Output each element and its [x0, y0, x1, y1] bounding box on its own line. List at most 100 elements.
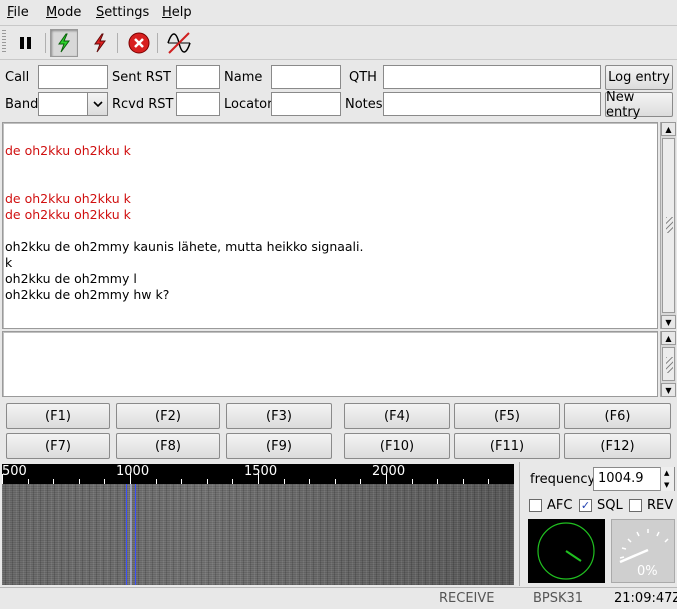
locator-label: Locator	[224, 97, 273, 112]
macro-button-f4[interactable]: (F4)	[344, 403, 450, 429]
spin-up-icon: ▲	[664, 469, 670, 477]
waterfall-spectrum[interactable]	[2, 484, 514, 585]
sql-checkbox[interactable]: ✓	[579, 499, 592, 512]
call-field[interactable]	[38, 65, 108, 89]
rx-text-line: k	[5, 255, 13, 270]
frequency-ruler: 500 1000 1500 2000	[2, 464, 514, 484]
rx-text-line	[5, 127, 655, 143]
receive-icon	[58, 33, 70, 53]
name-field[interactable]	[271, 65, 341, 89]
abort-button[interactable]	[125, 29, 153, 57]
receive-button[interactable]	[50, 29, 78, 57]
macro-button-f11[interactable]: (F11)	[454, 433, 560, 459]
meter-gauge-icon	[619, 529, 669, 564]
frequency-input[interactable]: 1004.9 ▲ ▼	[593, 467, 675, 491]
receive-text-lines: de oh2kku oh2kku k de oh2kku oh2kku k de o…	[5, 127, 655, 303]
rcvd-rst-field[interactable]	[176, 92, 220, 116]
sent-rst-field[interactable]	[176, 65, 220, 89]
scroll-thumb[interactable]	[662, 138, 675, 313]
menu-mode[interactable]: Mode	[46, 5, 81, 20]
scroll-thumb[interactable]	[662, 347, 675, 381]
scroll-up-arrow[interactable]: ▲	[661, 122, 676, 136]
status-bar: RECEIVE BPSK31 21:09:47Z	[0, 587, 677, 609]
ruler-label: 1000	[116, 464, 150, 479]
waterfall-display[interactable]: 500 1000 1500 2000	[2, 464, 514, 585]
macro-button-f12[interactable]: (F12)	[564, 433, 671, 459]
phase-scope-display	[537, 522, 595, 580]
signal-trace	[130, 484, 133, 585]
transmit-button[interactable]	[86, 29, 114, 57]
meter-value: 0%	[637, 564, 658, 579]
qth-field[interactable]	[383, 65, 601, 89]
signal-meter: 0%	[611, 519, 675, 583]
ruler-label: 500	[2, 464, 27, 479]
rx-text-line: de oh2kku oh2kku k	[5, 207, 131, 222]
rev-label: REV	[647, 498, 674, 513]
toolbar-grip[interactable]	[2, 30, 6, 54]
notes-label: Notes	[345, 97, 383, 112]
rx-text-line: oh2kku de oh2mmy hw k?	[5, 287, 170, 302]
afc-checkbox[interactable]	[529, 499, 542, 512]
rx-text-line: oh2kku de oh2mmy kaunis lähete, mutta he…	[5, 239, 364, 254]
afc-toggle-button[interactable]	[164, 29, 194, 57]
name-label: Name	[224, 70, 263, 85]
toolbar	[0, 26, 677, 60]
scroll-down-arrow[interactable]: ▼	[661, 315, 676, 329]
receive-scrollbar[interactable]: ▲ ▼	[660, 122, 676, 329]
macro-button-f2[interactable]: (F2)	[116, 403, 220, 429]
rcvd-rst-label: Rcvd RST	[112, 97, 174, 112]
macro-button-f8[interactable]: (F8)	[116, 433, 220, 459]
rx-text-line: de oh2kku oh2kku k	[5, 143, 131, 158]
macro-button-f6[interactable]: (F6)	[564, 403, 671, 429]
scroll-down-arrow[interactable]: ▼	[661, 383, 676, 397]
frequency-label: frequency	[530, 472, 596, 487]
frequency-value: 1004.9	[598, 471, 644, 486]
macro-button-f9[interactable]: (F9)	[226, 433, 332, 459]
afc-wave-icon	[167, 32, 191, 54]
afc-label: AFC	[547, 498, 573, 513]
chevron-down-icon	[92, 101, 103, 108]
pause-icon	[20, 37, 31, 49]
rx-text-line: oh2kku de oh2mmy l	[5, 271, 137, 286]
ruler-label: 1500	[244, 464, 278, 479]
rx-text-line	[5, 175, 655, 191]
macro-button-f3[interactable]: (F3)	[226, 403, 332, 429]
macro-button-f10[interactable]: (F10)	[344, 433, 450, 459]
scroll-up-arrow[interactable]: ▲	[661, 331, 676, 345]
scroll-grip	[666, 217, 673, 233]
notes-field[interactable]	[383, 92, 601, 116]
status-state: RECEIVE	[439, 591, 495, 606]
log-entry-button[interactable]: Log entry	[605, 65, 673, 90]
rev-checkbox[interactable]	[629, 499, 642, 512]
rx-text-line	[5, 159, 655, 175]
menu-bar: File Mode Settings Help	[0, 0, 677, 26]
macro-button-f5[interactable]: (F5)	[454, 403, 560, 429]
sql-label: SQL	[597, 498, 623, 513]
menu-file[interactable]: File	[7, 5, 29, 20]
pause-button[interactable]	[12, 29, 40, 57]
frequency-spinner[interactable]: ▲ ▼	[660, 467, 674, 491]
status-mode[interactable]: BPSK31	[533, 591, 583, 606]
rx-text-line: de oh2kku oh2kku k	[5, 191, 131, 206]
transmit-scrollbar[interactable]: ▲ ▼	[660, 331, 676, 397]
macro-button-f7[interactable]: (F7)	[6, 433, 110, 459]
new-entry-button[interactable]: New entry	[605, 90, 673, 120]
band-dropdown-button[interactable]	[87, 93, 107, 115]
menu-help[interactable]: Help	[162, 5, 192, 20]
qth-label: QTH	[349, 70, 377, 85]
scroll-grip	[666, 357, 673, 373]
band-combo[interactable]	[38, 92, 108, 116]
frequency-marker[interactable]	[126, 484, 137, 585]
locator-field[interactable]	[271, 92, 341, 116]
phase-scope	[528, 519, 605, 583]
band-label: Band	[5, 97, 39, 112]
call-label: Call	[5, 70, 30, 85]
macro-button-f1[interactable]: (F1)	[6, 403, 110, 429]
transmit-text-area[interactable]	[2, 331, 658, 397]
abort-icon	[128, 32, 150, 54]
receive-text-area[interactable]: de oh2kku oh2kku k de oh2kku oh2kku k de o…	[2, 122, 658, 329]
sent-rst-label: Sent RST	[112, 70, 171, 85]
menu-settings[interactable]: Settings	[96, 5, 149, 20]
status-time: 21:09:47Z	[614, 591, 677, 606]
rx-text-line	[5, 223, 655, 239]
